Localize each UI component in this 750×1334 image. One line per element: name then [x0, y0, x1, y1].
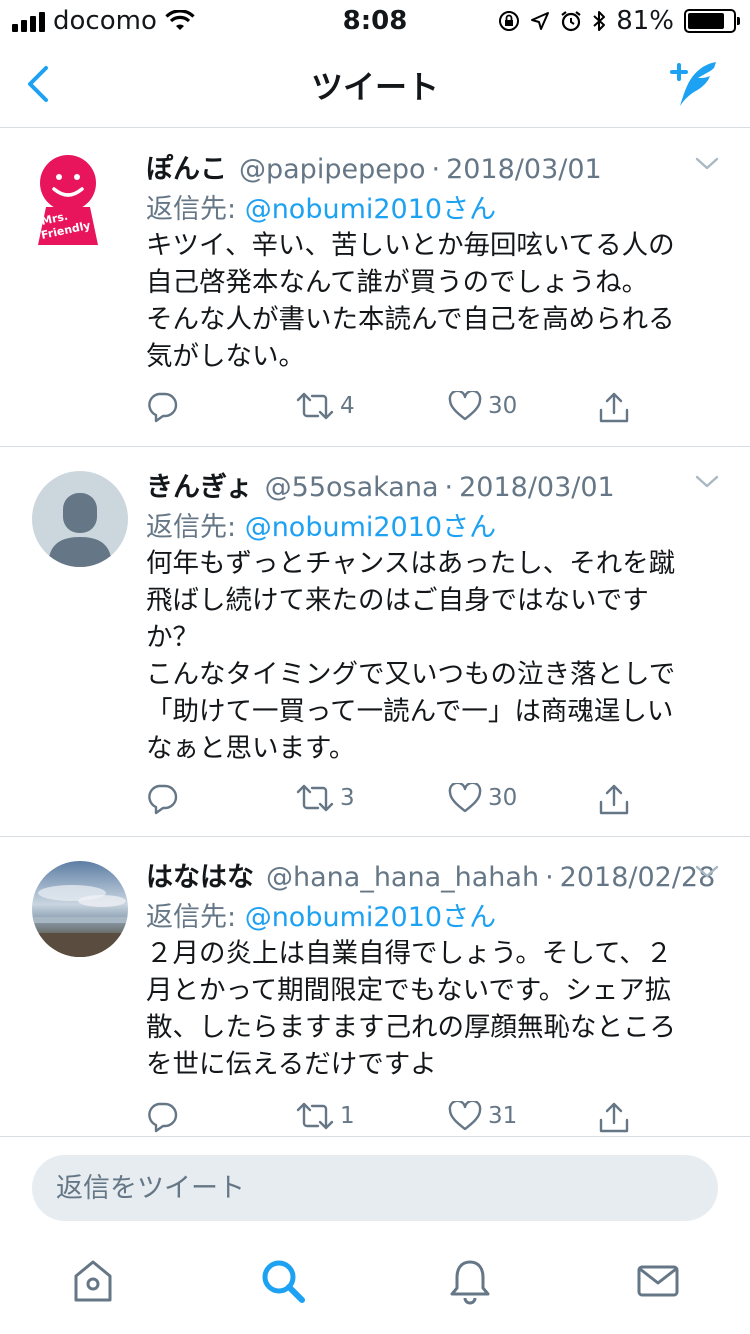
heart-icon: [448, 783, 482, 813]
like-button[interactable]: 30: [448, 391, 517, 421]
tweet-date: 2018/02/28: [559, 862, 716, 893]
mrs-friendly-logo: Mrs. Friendly: [38, 155, 98, 245]
home-icon[interactable]: [68, 1256, 118, 1306]
tweet-actions: 1 31: [146, 1101, 646, 1141]
battery-percent: 81%: [616, 6, 674, 36]
share-button[interactable]: [598, 1101, 630, 1135]
retweet-icon: [296, 392, 334, 420]
alarm-icon: [561, 11, 581, 32]
reply-prefix: 返信先:: [146, 194, 245, 225]
separator-dot: ·: [431, 154, 441, 185]
retweet-button[interactable]: 1: [296, 1101, 355, 1131]
tweet-header: はなはな @hana_hana_hahah · 2018/02/28: [146, 855, 720, 894]
reply-context: 返信先: @nobumi2010さん: [146, 187, 496, 226]
reply-mention-link[interactable]: @nobumi2010さん: [245, 902, 496, 933]
default-avatar-icon: [48, 493, 112, 567]
heart-icon: [448, 391, 482, 421]
retweet-count: 4: [340, 393, 355, 419]
avatar[interactable]: [32, 861, 128, 957]
tweet-text: ２月の炎上は自業自得でしょう。そして、２ 月とかって期間限定でもないです。シェア…: [146, 938, 676, 1080]
display-name[interactable]: きんぎょ: [146, 465, 253, 504]
messages-icon[interactable]: [633, 1256, 683, 1306]
like-button[interactable]: 30: [448, 783, 517, 813]
search-icon[interactable]: [258, 1256, 308, 1306]
retweet-icon: [296, 1102, 334, 1130]
avatar[interactable]: [32, 471, 128, 567]
reply-icon: [148, 392, 178, 423]
tweet-date: 2018/03/01: [446, 154, 602, 185]
bluetooth-icon: [593, 11, 606, 31]
reply-prefix: 返信先:: [146, 902, 245, 933]
tweet[interactable]: Mrs. Friendly ぽんこ @papipepepo · 2018/03/…: [0, 129, 750, 447]
reply-mention-link[interactable]: @nobumi2010さん: [245, 512, 496, 543]
share-icon: [599, 1102, 629, 1133]
tweet-actions: 3 30: [146, 783, 646, 823]
chevron-down-icon[interactable]: [694, 153, 720, 173]
reply-button[interactable]: [146, 783, 178, 815]
share-icon: [599, 784, 629, 815]
battery-fill: [688, 13, 724, 29]
tab-bar: [0, 1238, 750, 1334]
retweet-count: 3: [340, 785, 355, 811]
reply-prefix: 返信先:: [146, 512, 245, 543]
compose-tweet-icon[interactable]: [668, 56, 724, 112]
chevron-down-icon[interactable]: [694, 861, 720, 881]
reply-context: 返信先: @nobumi2010さん: [146, 505, 496, 544]
landscape-photo: [32, 861, 128, 957]
heart-icon: [448, 1101, 482, 1131]
reply-icon: [148, 784, 178, 815]
reply-composer-bar: [0, 1136, 750, 1238]
retweet-count: 1: [340, 1103, 355, 1129]
retweet-button[interactable]: 4: [296, 391, 355, 421]
tweet[interactable]: はなはな @hana_hana_hahah · 2018/02/28 返信先: …: [0, 837, 750, 1136]
tweet-text: 何年もずっとチャンスはあったし、それを蹴 飛ばし続けて来たのはご自身ではないです…: [146, 548, 676, 764]
like-count: 31: [488, 1103, 518, 1129]
tweet-date: 2018/03/01: [459, 472, 615, 503]
battery-icon: [684, 9, 740, 33]
tweet-text: キツイ、辛い、苦しいとか毎回呟いてる人の 自己啓発本なんて誰が買うのでしょうね。…: [146, 230, 675, 372]
like-button[interactable]: 31: [448, 1101, 517, 1131]
reply-input[interactable]: [32, 1155, 718, 1221]
page-title: ツイート: [310, 68, 439, 106]
user-handle[interactable]: @55osakana: [265, 472, 439, 503]
status-bar: docomo 8:08 81%: [0, 0, 750, 40]
rotation-lock-icon: [499, 11, 520, 31]
reply-icon: [148, 1102, 178, 1133]
share-button[interactable]: [598, 391, 630, 425]
tweet-actions: 4 30: [146, 391, 646, 431]
tweet-header: ぽんこ @papipepepo · 2018/03/01: [146, 147, 720, 186]
nav-header: ツイート: [0, 40, 750, 128]
like-count: 30: [488, 785, 518, 811]
separator-dot: ·: [545, 862, 554, 893]
user-handle[interactable]: @hana_hana_hahah: [266, 862, 539, 893]
separator-dot: ·: [444, 472, 454, 503]
status-right: 81%: [498, 6, 740, 36]
like-count: 30: [488, 393, 518, 419]
retweet-icon: [296, 784, 334, 812]
user-handle[interactable]: @papipepepo: [239, 154, 425, 185]
tweet-header: きんぎょ @55osakana · 2018/03/01: [146, 465, 720, 504]
location-icon: [531, 12, 550, 30]
reply-button[interactable]: [146, 1101, 178, 1133]
reply-button[interactable]: [146, 391, 178, 423]
share-button[interactable]: [598, 783, 630, 817]
share-icon: [599, 392, 629, 423]
display-name[interactable]: はなはな: [146, 855, 254, 894]
tweet[interactable]: きんぎょ @55osakana · 2018/03/01 返信先: @nobum…: [0, 447, 750, 837]
retweet-button[interactable]: 3: [296, 783, 355, 813]
reply-mention-link[interactable]: @nobumi2010さん: [245, 194, 496, 225]
display-name[interactable]: ぽんこ: [146, 147, 227, 186]
reply-context: 返信先: @nobumi2010さん: [146, 895, 496, 934]
notifications-icon[interactable]: [445, 1256, 495, 1306]
chevron-down-icon[interactable]: [694, 471, 720, 491]
avatar[interactable]: Mrs. Friendly: [32, 153, 128, 249]
